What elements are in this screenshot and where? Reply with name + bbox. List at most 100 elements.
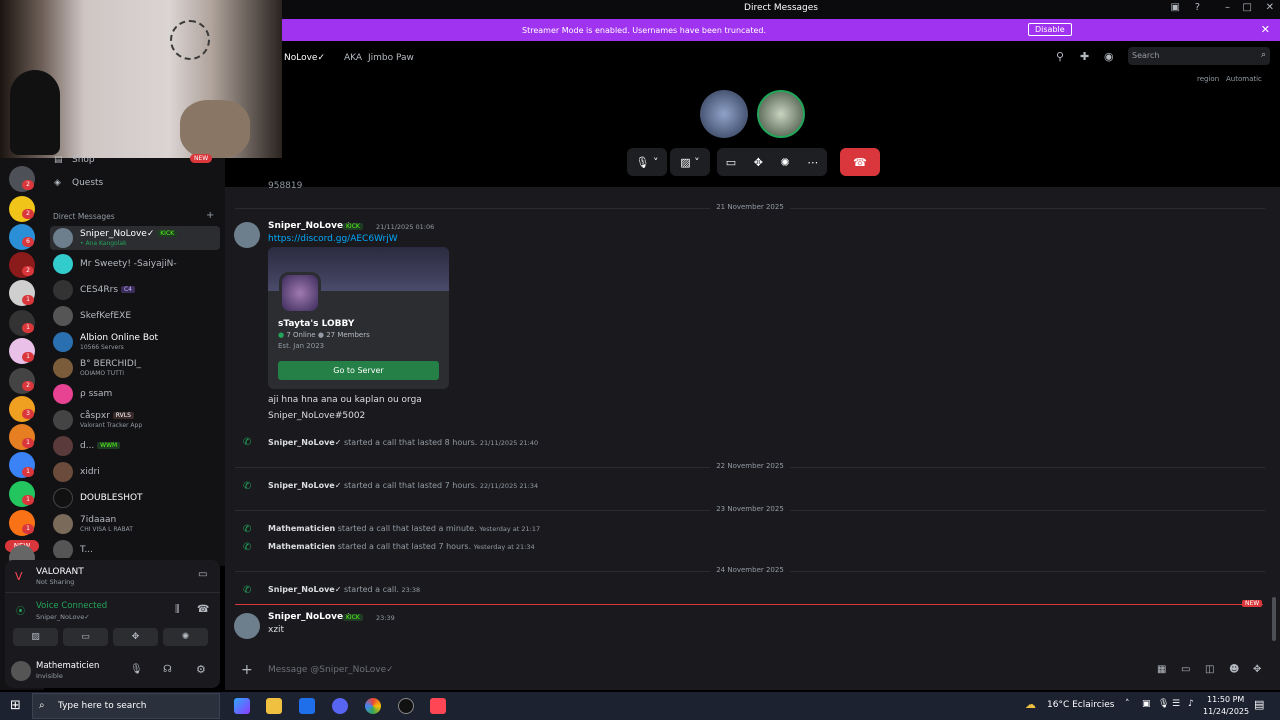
activities-icon[interactable]: ✥ [754, 156, 763, 169]
chrome-icon[interactable] [365, 698, 381, 714]
screen-share-button[interactable]: ▭ [63, 628, 108, 646]
tray-chevron-icon[interactable]: ˄ [1125, 699, 1130, 709]
new-label: NEW [1242, 600, 1263, 607]
mute-button[interactable]: 🎙 ˅ [627, 148, 667, 176]
unread-badge: 2 [22, 209, 34, 219]
copilot-icon[interactable] [234, 698, 250, 714]
dm-item[interactable]: Sniper_NoLove✓ KICK • Ana Kangolak [50, 226, 220, 250]
quests-icon[interactable]: ◈ [54, 178, 61, 188]
dm-name: DOUBLESHOT [80, 493, 143, 503]
notifications-icon[interactable]: ▤ [1254, 698, 1264, 711]
search-input[interactable]: Search ⌕ [1128, 47, 1270, 65]
quests-link[interactable]: Quests [72, 178, 103, 188]
dm-item[interactable]: SkefKefEXE [50, 304, 220, 328]
add-friend-icon[interactable]: ✚ [1080, 50, 1089, 63]
participant-avatar[interactable] [700, 90, 748, 138]
go-to-server-button[interactable]: Go to Server [278, 361, 439, 380]
message-author[interactable]: Sniper_NoLove✓ [268, 612, 351, 622]
scrollbar[interactable] [1272, 597, 1276, 641]
close-banner-icon[interactable]: ✕ [1261, 23, 1270, 36]
headphones-icon[interactable]: ☊ [163, 664, 172, 675]
dm-item[interactable]: cåspxr RVLS Valorant Tracker App [50, 408, 220, 432]
inbox-icon[interactable]: ▣ [1171, 2, 1180, 13]
soundboard-icon[interactable]: ✺ [780, 156, 789, 169]
emoji-icon[interactable]: ☻ [1229, 664, 1239, 675]
user-name[interactable]: Mathematicien [36, 661, 99, 671]
file-explorer-icon[interactable] [266, 698, 282, 714]
dm-name: 7idaaan [80, 515, 117, 525]
camera-off-button[interactable]: ▨ [13, 628, 58, 646]
dm-item[interactable]: xidri [50, 460, 220, 484]
volume-icon[interactable]: ♪ [1188, 699, 1194, 709]
settings-icon[interactable]: ⚙ [196, 663, 206, 676]
shop-icon[interactable]: ▤ [54, 155, 63, 165]
avatar[interactable] [11, 661, 31, 681]
store-icon[interactable] [299, 698, 315, 714]
dm-item[interactable]: Mr Sweety! -SaiyajiN- [50, 252, 220, 276]
attach-icon[interactable]: + [241, 662, 253, 678]
message-input[interactable]: Message @Sniper_NoLove✓ [268, 665, 394, 675]
microphone-tray-icon[interactable]: 🎙 [1158, 699, 1169, 709]
soundboard-button[interactable]: ✺ [163, 628, 208, 646]
dm-item[interactable]: T... [50, 538, 220, 558]
avatar [53, 228, 73, 248]
new-dm-icon[interactable]: + [206, 210, 214, 221]
sticker-icon[interactable]: ◫ [1205, 664, 1214, 675]
close-icon[interactable]: ✕ [1266, 2, 1274, 13]
dm-item[interactable]: B° BERCHIDI_ ODIAMO TUTTI [50, 356, 220, 380]
avatar[interactable] [234, 222, 260, 248]
message-author[interactable]: Sniper_NoLove✓ [268, 221, 351, 231]
dm-sub: 10566 Servers [80, 344, 124, 351]
disconnect-icon[interactable]: ☎ [197, 604, 209, 615]
shop-link[interactable]: Shop [72, 155, 95, 165]
online-count: ● 7 Online ● 27 Members [278, 331, 370, 339]
minimize-icon[interactable]: – [1225, 2, 1230, 13]
app-icon[interactable] [398, 698, 414, 714]
gif-icon[interactable]: ▭ [1181, 664, 1190, 675]
clock-time[interactable]: 11:50 PM [1207, 695, 1244, 704]
network-icon[interactable]: ☰ [1172, 699, 1180, 709]
camera-button[interactable]: ▨ ˅ [670, 148, 710, 176]
dm-item[interactable]: Albion Online Bot 10566 Servers [50, 330, 220, 354]
weather-text[interactable]: 16°C Eclaircies [1047, 700, 1114, 710]
clock-date[interactable]: 11/24/2025 [1203, 707, 1249, 716]
microphone-icon[interactable]: 🎙 [130, 664, 143, 675]
help-icon[interactable]: ? [1195, 2, 1200, 13]
search-icon: ⌕ [39, 700, 45, 711]
dm-item[interactable]: CES4Rrs C4 [50, 278, 220, 302]
disconnect-button[interactable]: ☎ [840, 148, 880, 176]
maximize-icon[interactable]: □ [1243, 2, 1252, 13]
voice-channel[interactable]: Sniper_NoLove✓ [36, 613, 90, 621]
invite-link[interactable]: https://discord.gg/AEC6WrjW [268, 234, 398, 244]
discord-taskbar-icon[interactable] [332, 698, 348, 714]
dm-name: Sniper_NoLove✓ KICK [80, 229, 178, 239]
unread-badge: 1 [22, 352, 34, 362]
activity-button[interactable]: ✥ [113, 628, 158, 646]
shop-new-badge: NEW [190, 154, 213, 163]
gift-icon[interactable]: ▦ [1157, 664, 1166, 675]
tray-app-icon[interactable]: ▣ [1142, 699, 1151, 709]
noise-suppression-icon[interactable]: ⫼ [175, 604, 180, 615]
windows-start-icon[interactable]: ⊞ [10, 698, 21, 713]
share-screen-icon[interactable]: ▭ [726, 156, 736, 169]
mirror-shape [180, 100, 250, 158]
pin-icon[interactable]: ⚲ [1056, 50, 1064, 63]
stream-icon[interactable]: ▭ [198, 569, 207, 580]
more-icon[interactable]: ⋯ [807, 156, 818, 169]
disable-button[interactable]: Disable [1028, 23, 1072, 36]
region-select[interactable]: Automatic [1226, 75, 1262, 83]
profile-icon[interactable]: ◉ [1104, 50, 1114, 63]
dm-item[interactable]: d... WWM [50, 434, 220, 458]
dm-item[interactable]: 7idaaan CHI VISA L RABAT [50, 512, 220, 536]
voice-status[interactable]: Voice Connected [36, 601, 107, 611]
taskbar-search[interactable]: ⌕ Type here to search [32, 693, 220, 719]
valorant-taskbar-icon[interactable] [430, 698, 446, 714]
participant-avatar-speaking[interactable] [757, 90, 805, 138]
avatar[interactable] [234, 613, 260, 639]
dm-sub: • Ana Kangolak [80, 240, 127, 247]
dm-item[interactable]: ρ ssam [50, 382, 220, 406]
apps-icon[interactable]: ✥ [1253, 664, 1261, 675]
avatar [53, 358, 73, 378]
dm-item[interactable]: DOUBLESHOT [50, 486, 220, 510]
dm-name: d... WWM [80, 441, 121, 451]
